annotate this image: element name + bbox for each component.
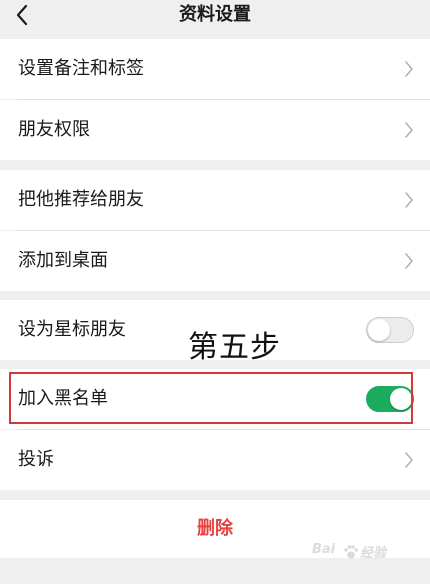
list-item-label: 添加到桌面	[18, 250, 108, 271]
star-friend-toggle[interactable]	[366, 317, 414, 343]
blacklist-toggle[interactable]	[366, 386, 414, 412]
toggle-knob	[390, 388, 412, 410]
toggle-knob	[368, 319, 390, 341]
chevron-right-icon	[405, 253, 413, 269]
paw-icon	[344, 545, 359, 559]
list-item-label: 设置备注和标签	[18, 58, 144, 79]
set-remark-and-tags-item[interactable]: 设置备注和标签	[0, 39, 430, 99]
profile-settings-screen: 资料设置 设置备注和标签 朋友权限 把他推荐给朋友 添加到桌面 设为星标朋友 加…	[0, 0, 430, 584]
watermark-logo: Bai 经验	[312, 542, 387, 561]
chevron-right-icon	[405, 61, 413, 77]
friend-permissions-item[interactable]: 朋友权限	[0, 100, 430, 160]
step-annotation: 第五步	[188, 330, 281, 365]
navigation-bar: 资料设置	[0, 0, 430, 32]
list-item-label: 把他推荐给朋友	[18, 189, 144, 210]
add-to-desktop-item[interactable]: 添加到桌面	[0, 231, 430, 291]
chevron-right-icon	[405, 452, 413, 468]
list-item-label: 加入黑名单	[18, 388, 108, 409]
recommend-to-friends-item[interactable]: 把他推荐给朋友	[0, 170, 430, 230]
add-to-blacklist-item: 加入黑名单	[0, 369, 430, 429]
list-item-label: 朋友权限	[18, 119, 90, 140]
chevron-right-icon	[405, 122, 413, 138]
page-title: 资料设置	[179, 4, 251, 25]
chevron-right-icon	[405, 192, 413, 208]
complain-item[interactable]: 投诉	[0, 430, 430, 490]
list-item-label: 设为星标朋友	[18, 319, 126, 340]
list-item-label: 投诉	[18, 449, 54, 470]
